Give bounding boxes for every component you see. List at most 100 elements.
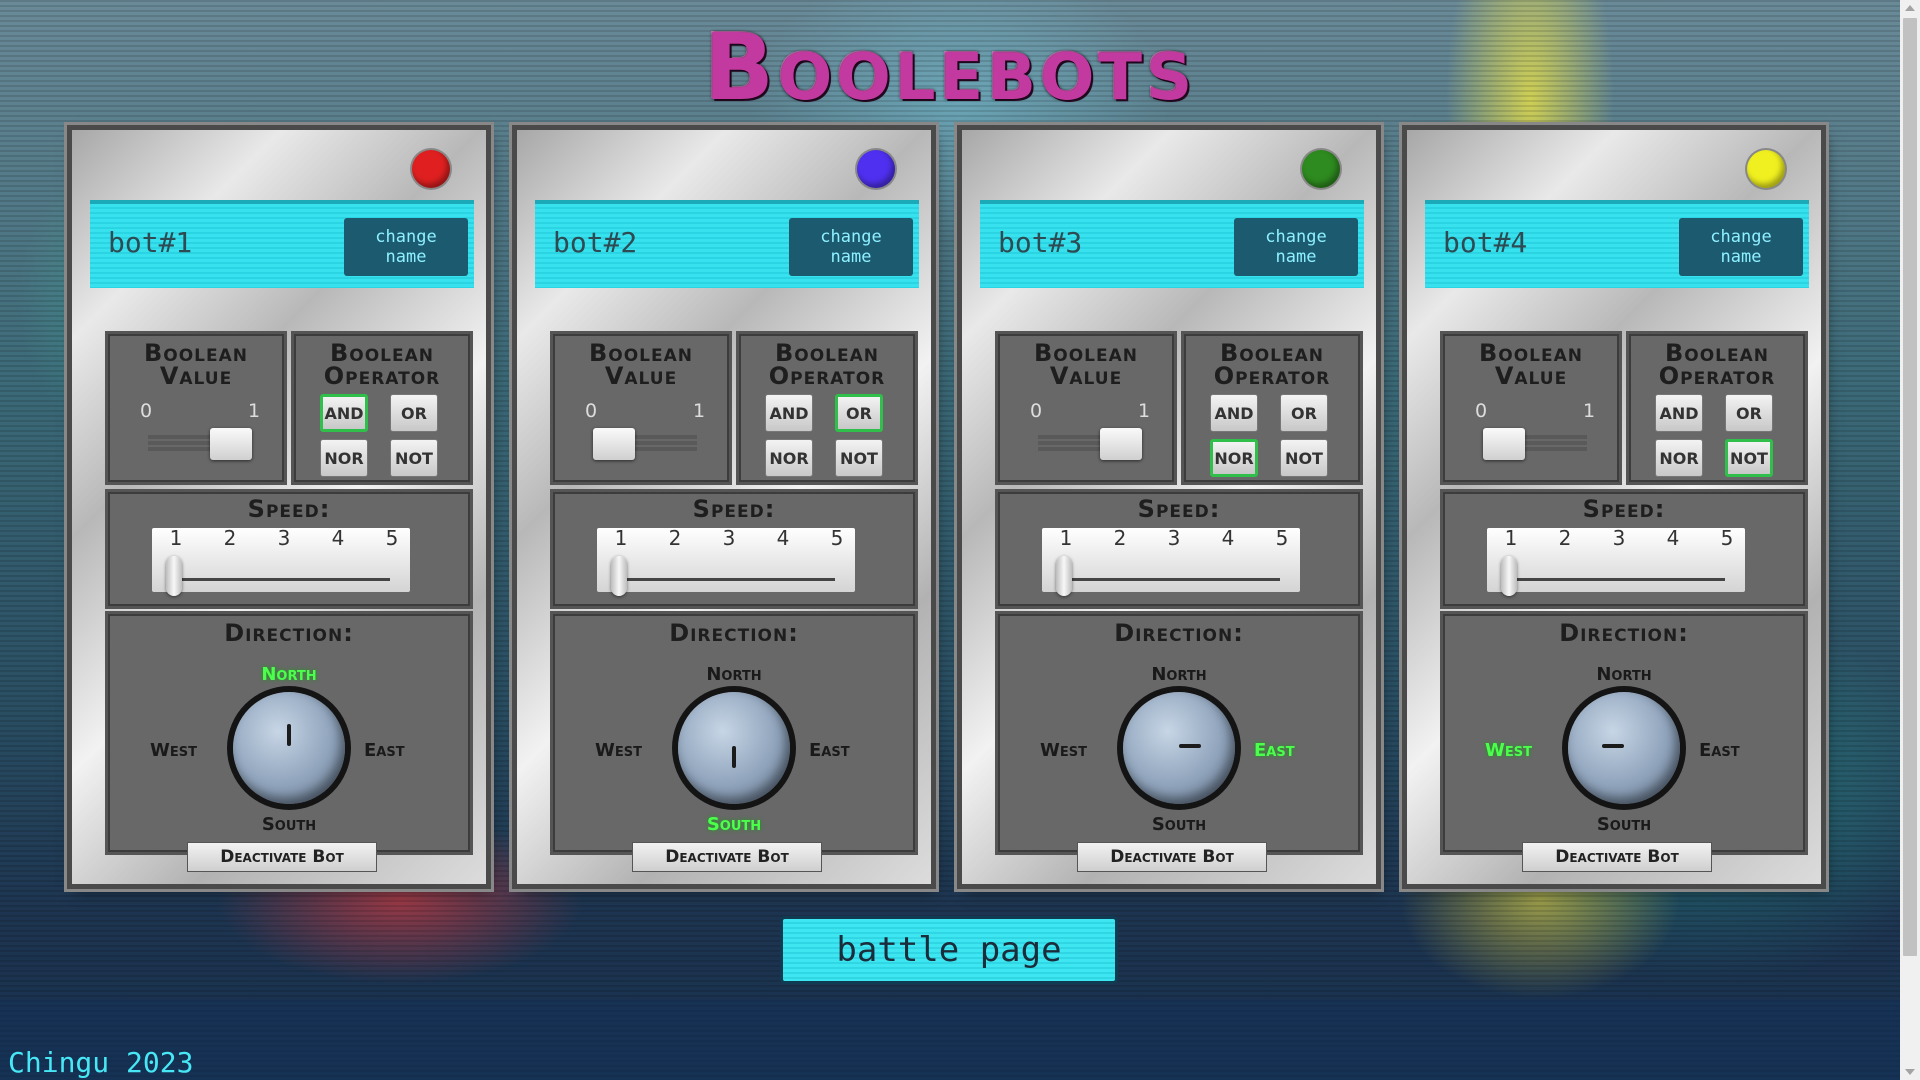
- boolean-value-title: Boolean Value: [1033, 339, 1139, 390]
- direction-east-label: East: [364, 740, 405, 761]
- deactivate-bot-button[interactable]: Deactivate Bot: [632, 842, 822, 872]
- operator-nor-button[interactable]: NOR: [320, 439, 368, 477]
- bot-card-1: bot#1 change name Boolean Value 0 1 Bool…: [72, 130, 486, 884]
- speed-slider-handle[interactable]: [1056, 556, 1072, 596]
- operator-not-button[interactable]: NOT: [835, 439, 883, 477]
- boolean-value-panel: Boolean Value 0 1: [998, 334, 1174, 482]
- boolean-operator-panel: Boolean Operator AND OR NOR NOT: [1629, 334, 1805, 482]
- operator-nor-button[interactable]: NOR: [1655, 439, 1703, 477]
- speed-tick-label: 4: [331, 526, 345, 550]
- speed-slider-handle[interactable]: [611, 556, 627, 596]
- bot-color-indicator: [1747, 150, 1785, 188]
- page-scrollbar[interactable]: [1900, 0, 1920, 1080]
- speed-track: [170, 578, 390, 581]
- operator-not-button[interactable]: NOT: [1280, 439, 1328, 477]
- scroll-up-arrow-icon[interactable]: [1905, 5, 1915, 11]
- direction-west-label: West: [595, 740, 642, 761]
- speed-tick-label: 4: [1221, 526, 1235, 550]
- direction-east-label: East: [1254, 740, 1295, 761]
- boolean-operator-title: Boolean Operator: [323, 339, 441, 390]
- speed-track: [1505, 578, 1725, 581]
- speed-panel: Speed: 1 2 3 4 5: [553, 492, 915, 606]
- direction-title: Direction:: [1559, 619, 1689, 647]
- boolean-operator-panel: Boolean Operator AND OR NOR NOT: [294, 334, 470, 482]
- direction-dial[interactable]: [1568, 692, 1680, 804]
- speed-tick-label: 4: [776, 526, 790, 550]
- operator-or-button[interactable]: OR: [835, 394, 883, 432]
- bot-card-4: bot#4 change name Boolean Value 0 1 Bool…: [1407, 130, 1821, 884]
- direction-west-label: West: [1040, 740, 1087, 761]
- speed-slider-handle[interactable]: [166, 556, 182, 596]
- operator-nor-button[interactable]: NOR: [765, 439, 813, 477]
- bot-name: bot#2: [553, 226, 638, 259]
- speed-tick-label: 5: [830, 526, 844, 550]
- boolean-value-title: Boolean Value: [588, 339, 694, 390]
- speed-tick-label: 1: [614, 526, 628, 550]
- direction-title: Direction:: [224, 619, 354, 647]
- speed-slider[interactable]: 1 2 3 4 5: [1042, 526, 1300, 596]
- bot-name-bar: bot#1 change name: [90, 200, 474, 288]
- operator-and-button[interactable]: AND: [320, 394, 368, 432]
- direction-panel: Direction: North South West East: [998, 614, 1360, 852]
- deactivate-bot-button[interactable]: Deactivate Bot: [187, 842, 377, 872]
- operator-and-button[interactable]: AND: [1210, 394, 1258, 432]
- boolean-value-toggle[interactable]: [1100, 428, 1142, 460]
- operator-or-button[interactable]: OR: [1725, 394, 1773, 432]
- direction-east-label: East: [1699, 740, 1740, 761]
- boolean-value-panel: Boolean Value 0 1: [1443, 334, 1619, 482]
- deactivate-bot-button[interactable]: Deactivate Bot: [1522, 842, 1712, 872]
- bot-card-2: bot#2 change name Boolean Value 0 1 Bool…: [517, 130, 931, 884]
- bot-name-bar: bot#3 change name: [980, 200, 1364, 288]
- change-name-button[interactable]: change name: [1679, 218, 1803, 276]
- speed-slider[interactable]: 1 2 3 4 5: [597, 526, 855, 596]
- boolean-zero-label: 0: [585, 400, 598, 422]
- speed-tick-label: 1: [169, 526, 183, 550]
- speed-slider[interactable]: 1 2 3 4 5: [1487, 526, 1745, 596]
- boolean-value-toggle[interactable]: [210, 428, 252, 460]
- operator-or-button[interactable]: OR: [390, 394, 438, 432]
- direction-dial[interactable]: [1123, 692, 1235, 804]
- speed-slider-handle[interactable]: [1501, 556, 1517, 596]
- speed-slider[interactable]: 1 2 3 4 5: [152, 526, 410, 596]
- deactivate-bot-button[interactable]: Deactivate Bot: [1077, 842, 1267, 872]
- bot-name: bot#3: [998, 226, 1083, 259]
- boolean-value-toggle[interactable]: [1483, 428, 1525, 460]
- operator-or-button[interactable]: OR: [1280, 394, 1328, 432]
- speed-title: Speed:: [247, 495, 331, 523]
- speed-track: [615, 578, 835, 581]
- direction-south-label: South: [261, 814, 317, 835]
- operator-not-button[interactable]: NOT: [1725, 439, 1773, 477]
- battle-page-button[interactable]: battle page: [780, 916, 1118, 984]
- direction-panel: Direction: North South West East: [108, 614, 470, 852]
- direction-north-label: North: [1151, 664, 1207, 685]
- boolean-value-panel: Boolean Value 0 1: [108, 334, 284, 482]
- scrollbar-thumb[interactable]: [1903, 18, 1917, 956]
- operator-and-button[interactable]: AND: [765, 394, 813, 432]
- boolean-zero-label: 0: [140, 400, 153, 422]
- direction-south-label: South: [1596, 814, 1652, 835]
- direction-dial[interactable]: [678, 692, 790, 804]
- boolean-value-toggle[interactable]: [593, 428, 635, 460]
- direction-north-label: North: [261, 664, 317, 685]
- direction-east-label: East: [809, 740, 850, 761]
- bot-card-3: bot#3 change name Boolean Value 0 1 Bool…: [962, 130, 1376, 884]
- operator-and-button[interactable]: AND: [1655, 394, 1703, 432]
- dial-pointer-icon: [287, 724, 291, 746]
- boolean-value-panel: Boolean Value 0 1: [553, 334, 729, 482]
- direction-panel: Direction: North South West East: [553, 614, 915, 852]
- speed-tick-label: 4: [1666, 526, 1680, 550]
- direction-dial[interactable]: [233, 692, 345, 804]
- operator-nor-button[interactable]: NOR: [1210, 439, 1258, 477]
- speed-panel: Speed: 1 2 3 4 5: [1443, 492, 1805, 606]
- change-name-button[interactable]: change name: [789, 218, 913, 276]
- boolean-one-label: 1: [248, 400, 261, 422]
- boolean-operator-title: Boolean Operator: [768, 339, 886, 390]
- scroll-down-arrow-icon[interactable]: [1905, 1069, 1915, 1075]
- operator-not-button[interactable]: NOT: [390, 439, 438, 477]
- boolean-one-label: 1: [1138, 400, 1151, 422]
- change-name-button[interactable]: change name: [1234, 218, 1358, 276]
- direction-west-label: West: [150, 740, 197, 761]
- change-name-button[interactable]: change name: [344, 218, 468, 276]
- direction-panel: Direction: North South West East: [1443, 614, 1805, 852]
- speed-tick-label: 1: [1059, 526, 1073, 550]
